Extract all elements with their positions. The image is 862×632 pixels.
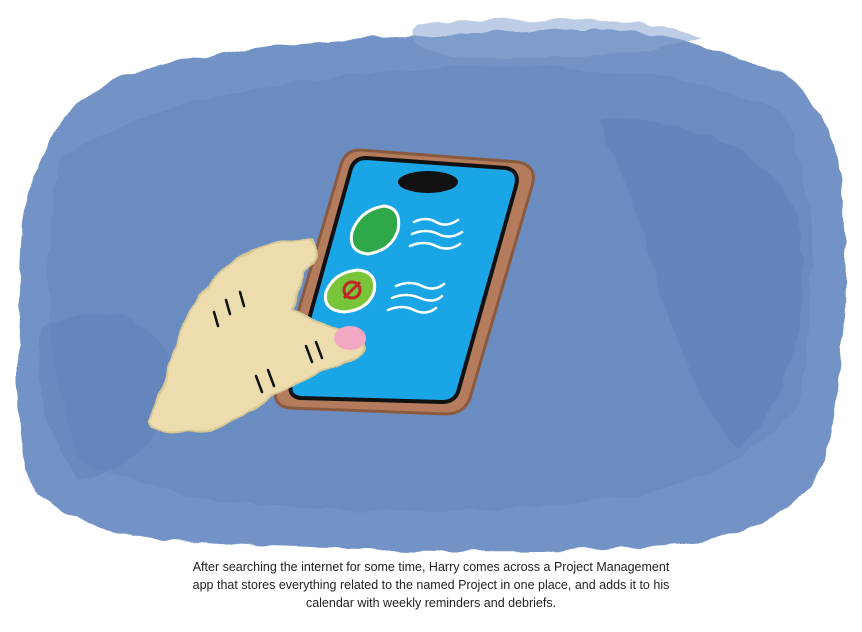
fingertip [334,326,366,350]
caption: After searching the internet for some ti… [120,558,742,612]
illustration [17,19,846,551]
caption-line: After searching the internet for some ti… [192,560,670,574]
caption-line: calendar with weekly reminders and debri… [305,596,557,610]
phone-camera-icon [398,171,458,193]
caption-line: app that stores everything related to th… [192,578,670,592]
